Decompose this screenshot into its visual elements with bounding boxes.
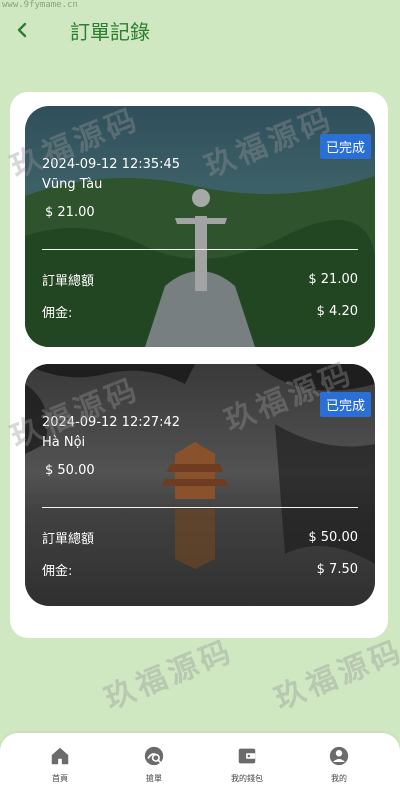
watermark-text: 玖福源码 xyxy=(269,633,400,717)
wallet-icon xyxy=(238,748,256,764)
profile-icon xyxy=(329,746,349,766)
home-icon xyxy=(51,747,69,765)
status-badge: 已完成 xyxy=(319,392,371,417)
tab-label: 我的 xyxy=(331,774,347,783)
commission-value: $ 7.50 xyxy=(316,562,358,577)
order-price: $ 21.00 xyxy=(45,205,95,220)
divider xyxy=(42,507,358,508)
order-total-value: $ 50.00 xyxy=(308,530,358,545)
tab-label: 搶單 xyxy=(146,774,162,783)
order-city: Hà Nội xyxy=(42,435,86,450)
order-total-label: 訂單總額 xyxy=(42,274,95,289)
order-price: $ 50.00 xyxy=(45,463,95,478)
order-total-value: $ 21.00 xyxy=(308,272,358,287)
order-card[interactable]: 已完成 2024-09-12 12:27:42 Hà Nội $ 50.00 訂… xyxy=(25,364,375,606)
order-total-label: 訂單總額 xyxy=(42,532,95,547)
grab-order-icon xyxy=(144,746,164,766)
tab-profile[interactable]: 我的 xyxy=(299,745,379,784)
order-time: 2024-09-12 12:35:45 xyxy=(42,157,181,172)
tab-grab-order[interactable]: 搶單 xyxy=(114,745,194,784)
commission-label: 佣金: xyxy=(42,306,73,321)
tab-wallet[interactable]: 我的錢包 xyxy=(207,745,287,784)
order-card[interactable]: 已完成 2024-09-12 12:35:45 Vũng Tàu $ 21.00… xyxy=(25,106,375,347)
order-time: 2024-09-12 12:27:42 xyxy=(42,415,181,430)
commission-value: $ 4.20 xyxy=(316,304,358,319)
status-badge: 已完成 xyxy=(319,134,371,159)
back-arrow-icon[interactable] xyxy=(10,18,34,42)
header: 訂單記錄 xyxy=(0,0,400,60)
commission-label: 佣金: xyxy=(42,564,73,579)
order-city: Vũng Tàu xyxy=(42,177,103,192)
tab-label: 我的錢包 xyxy=(231,774,263,783)
page-title: 訂單記錄 xyxy=(70,20,150,44)
watermark-text: 玖福源码 xyxy=(99,633,239,717)
bottom-tab-bar: 首頁 搶單 我的錢包 我的 xyxy=(0,733,400,800)
tab-label: 首頁 xyxy=(52,774,68,783)
tab-home[interactable]: 首頁 xyxy=(20,745,100,784)
divider xyxy=(42,249,358,250)
